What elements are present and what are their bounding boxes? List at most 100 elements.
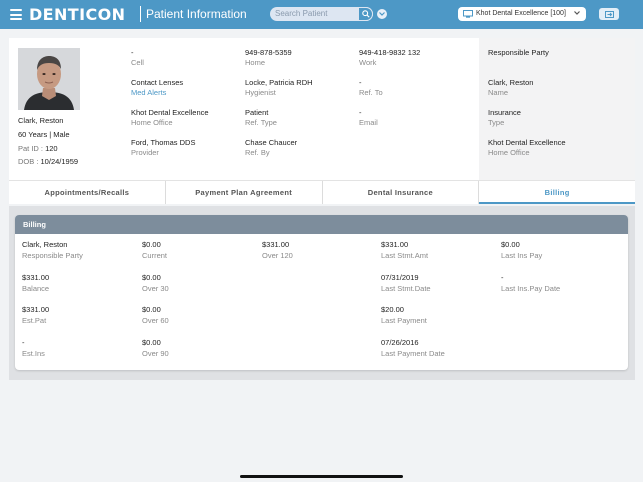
hamburger-menu-icon[interactable] [10, 9, 22, 20]
billing-field: $0.00 Over 60 [142, 305, 169, 326]
field-label: Est.Pat [22, 315, 47, 325]
ref-to-field: - Ref. To [359, 78, 383, 97]
field-value: $20.00 [381, 305, 404, 314]
patient-id-label: Pat ID : [18, 144, 46, 153]
field-value: $331.00 [22, 305, 50, 314]
search-input[interactable]: Search Patient [270, 7, 373, 21]
field-label: Over 120 [262, 250, 293, 260]
field-label: Est.Ins [22, 348, 45, 358]
ref-by-field: Chase Chaucer Ref. By [245, 138, 297, 157]
search-button[interactable] [358, 7, 373, 21]
field-label: Balance [22, 283, 50, 293]
app-logo: DENTICON [29, 5, 126, 24]
field-value: $331.00 [381, 240, 409, 249]
field-label: Name [488, 87, 509, 97]
billing-field: $331.00 Over 120 [262, 240, 293, 261]
field-label: Home [245, 57, 266, 67]
tab-appointments-recalls[interactable]: Appointments/Recalls [9, 181, 166, 204]
responsible-name-field: Clark, Reston Name [488, 78, 533, 97]
office-select[interactable]: Khot Dental Excellence [100] [458, 7, 586, 21]
work-phone-field: 949-418-9832 132 Work [359, 48, 420, 67]
billing-field: $0.00 Over 90 [142, 338, 169, 359]
tab-bar: Appointments/Recalls Payment Plan Agreem… [9, 180, 635, 204]
field-label: Cell [131, 57, 144, 67]
billing-field: - Last Ins.Pay Date [501, 273, 560, 294]
patient-id-value: 120 [45, 144, 58, 153]
field-label: Provider [131, 147, 159, 157]
search-icon [361, 10, 370, 18]
exit-icon [604, 10, 614, 18]
field-value: $331.00 [22, 273, 50, 282]
field-value: Khot Dental Excellence [131, 108, 209, 117]
field-value: $0.00 [142, 338, 161, 347]
tab-dental-insurance[interactable]: Dental Insurance [323, 181, 480, 204]
home-phone-field: 949-878-5359 Home [245, 48, 292, 67]
field-value: 07/26/2016 [381, 338, 419, 347]
patient-id: Pat ID : 120 [18, 144, 58, 153]
med-alerts-link[interactable]: Med Alerts [131, 88, 183, 98]
responsible-office-field: Khot Dental Excellence Home Office [488, 138, 566, 157]
patient-dob: DOB : 10/24/1959 [18, 157, 78, 166]
search-placeholder: Search Patient [275, 9, 328, 18]
field-value: $331.00 [262, 240, 290, 249]
field-label: Ref. By [245, 147, 270, 157]
chevron-down-icon [574, 11, 580, 15]
field-label: Ref. To [359, 87, 383, 97]
avatar [18, 48, 80, 110]
field-label: Home Office [488, 147, 530, 157]
patient-age-gender: 60 Years | Male [18, 130, 70, 139]
top-bar: DENTICON Patient Information Search Pati… [0, 0, 643, 29]
field-label: Home Office [131, 117, 173, 127]
med-alerts-field: Contact Lenses Med Alerts [131, 78, 183, 97]
field-value: $0.00 [142, 305, 161, 314]
billing-field: $20.00 Last Payment [381, 305, 427, 326]
field-value: $0.00 [501, 240, 520, 249]
field-label: Last Payment Date [381, 348, 445, 358]
logo-divider [140, 6, 141, 22]
field-value: Clark, Reston [22, 240, 68, 249]
field-value: Locke, Patricia RDH [245, 78, 313, 87]
billing-field: $331.00 Last Stmt.Amt [381, 240, 428, 261]
responsible-party-title: Responsible Party [488, 48, 549, 58]
field-label: Over 90 [142, 348, 169, 358]
email-field: - Email [359, 108, 378, 127]
field-label: Over 30 [142, 283, 169, 293]
billing-field: Clark, Reston Responsible Party [22, 240, 83, 261]
field-label: Last Stmt.Amt [381, 250, 429, 260]
insurance-type-field: Insurance Type [488, 108, 521, 127]
billing-field: $0.00 Over 30 [142, 273, 169, 294]
field-value: - [131, 48, 134, 57]
field-label: Last Stmt.Date [381, 283, 431, 293]
billing-field: - Est.Ins [22, 338, 45, 359]
field-label: Email [359, 117, 378, 127]
field-value: - [501, 273, 504, 282]
billing-field: $0.00 Current [142, 240, 167, 261]
monitor-icon [463, 10, 473, 18]
billing-field: $331.00 Balance [22, 273, 49, 294]
field-label: Current [142, 250, 168, 260]
field-value: $0.00 [142, 273, 161, 282]
tab-payment-plan-agreement[interactable]: Payment Plan Agreement [166, 181, 323, 204]
section-title: Responsible Party [488, 48, 549, 57]
field-label: Hygienist [245, 87, 276, 97]
billing-card: Billing Clark, Reston Responsible Party $… [15, 215, 628, 370]
billing-field: $0.00 Last Ins Pay [501, 240, 542, 261]
tab-billing[interactable]: Billing [479, 181, 635, 204]
page-title: Patient Information [146, 7, 247, 21]
logout-button[interactable] [599, 8, 619, 20]
field-label: Work [359, 57, 377, 67]
field-label: Last Ins.Pay Date [501, 283, 561, 293]
field-value: 07/31/2019 [381, 273, 419, 282]
ref-type-field: Patient Ref. Type [245, 108, 277, 127]
patient-dob-value: 10/24/1959 [40, 157, 79, 166]
field-label: Ref. Type [245, 117, 277, 127]
search-options-dropdown[interactable] [377, 9, 387, 19]
patient-name: Clark, Reston [18, 116, 64, 125]
billing-field: $331.00 Est.Pat [22, 305, 49, 326]
billing-field: 07/31/2019 Last Stmt.Date [381, 273, 431, 294]
field-value: 949-878-5359 [245, 48, 292, 57]
field-value: Chase Chaucer [245, 138, 298, 147]
patient-dob-label: DOB : [18, 157, 41, 166]
field-value: Insurance [488, 108, 521, 117]
billing-card-title: Billing [15, 215, 628, 234]
